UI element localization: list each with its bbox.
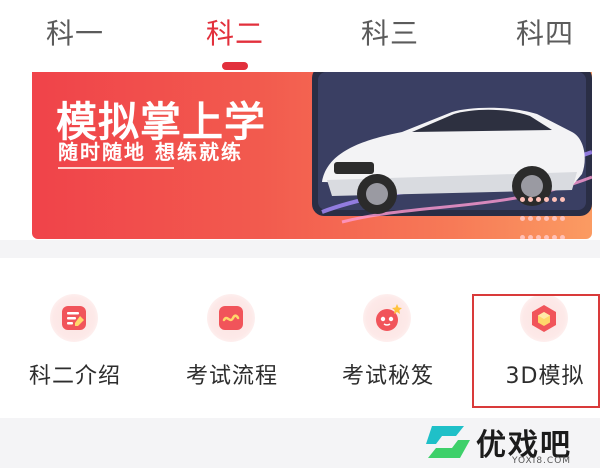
feature-process[interactable]: 考试流程 (157, 258, 307, 418)
tips-icon (363, 294, 411, 342)
feature-intro-label: 科二介绍 (28, 364, 121, 389)
feature-intro[interactable]: 科二介绍 (0, 258, 150, 418)
active-tab-indicator (222, 62, 248, 70)
tab-subject-3[interactable]: 科三 (315, 12, 465, 52)
intro-icon (50, 294, 98, 342)
feature-tips-label: 考试秘笈 (341, 364, 434, 389)
banner-subtitle: 随时随地 想练就练 (58, 140, 243, 164)
feature-process-label: 考试流程 (185, 364, 278, 389)
highlight-box (472, 294, 600, 408)
tab-subject-2[interactable]: 科二 (160, 12, 310, 52)
subject-tabbar: 科一 科二 科三 科四 (0, 0, 600, 72)
watermark: 优戏吧 YOXI8.COM (420, 416, 600, 468)
watermark-logo-icon (426, 426, 470, 458)
banner-underline (58, 167, 174, 169)
feature-tips[interactable]: 考试秘笈 (313, 258, 463, 418)
banner-section: 模拟掌上学 随时随地 想练就练 (0, 72, 600, 240)
tab-subject-1[interactable]: 科一 (0, 12, 150, 52)
promo-banner[interactable]: 模拟掌上学 随时随地 想练就练 (32, 72, 592, 239)
banner-dots-decoration (520, 192, 568, 239)
watermark-url: YOXI8.COM (512, 456, 572, 466)
process-icon (207, 294, 255, 342)
tab-subject-4[interactable]: 科四 (470, 12, 600, 52)
